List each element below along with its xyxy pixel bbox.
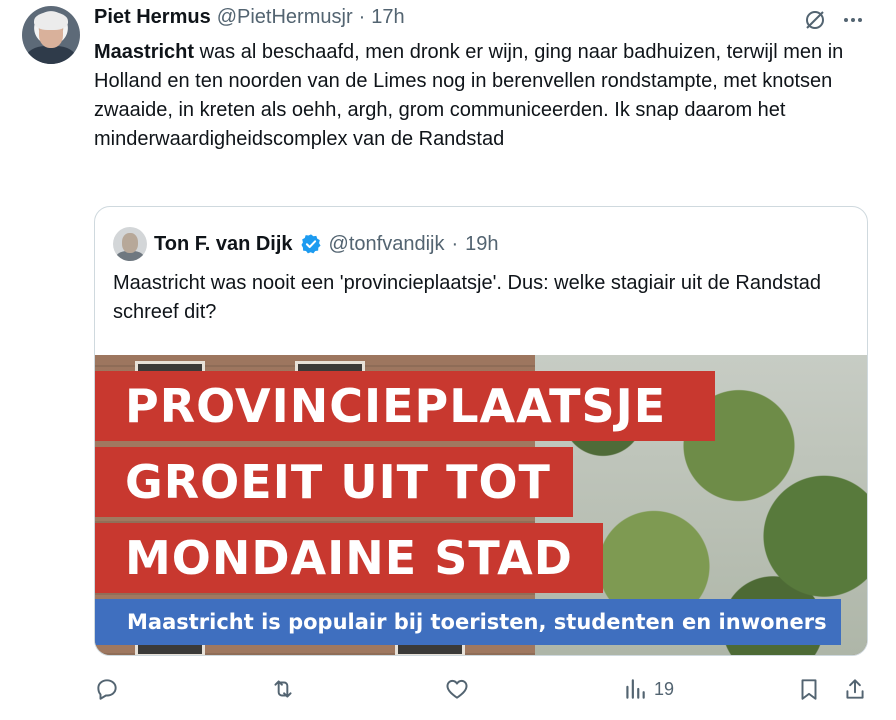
author-name[interactable]: Piet Hermus — [94, 6, 211, 29]
headline-line-2: GROEIT UIT TOT — [95, 447, 573, 517]
reply-icon — [97, 679, 117, 700]
like-button[interactable] — [444, 676, 470, 702]
quoted-tweet[interactable]: Ton F. van Dijk @tonfvandijk · 19h Maast… — [94, 206, 868, 656]
bookmark-button[interactable] — [796, 676, 822, 702]
reply-button[interactable] — [94, 676, 120, 702]
separator-dot: · — [358, 6, 366, 28]
tweet-header: Piet Hermus @PietHermusjr · 17h — [94, 6, 405, 32]
tweet-text: Maastricht was al beschaafd, men dronk e… — [94, 38, 884, 154]
quoted-header: Ton F. van Dijk @tonfvandijk · 19h — [113, 227, 499, 261]
views-icon — [626, 679, 645, 699]
headline-subtitle: Maastricht is populair bij toeristen, st… — [95, 599, 841, 645]
quoted-text: Maastricht was nooit een 'provincieplaat… — [113, 272, 821, 323]
quoted-media-image[interactable]: PROVINCIEPLAATSJE GROEIT UIT TOT MONDAIN… — [95, 355, 867, 655]
quoted-timestamp[interactable]: 19h — [465, 233, 498, 256]
retweet-icon — [274, 680, 292, 698]
share-button[interactable] — [842, 676, 868, 702]
share-icon — [846, 679, 864, 699]
verified-badge-icon — [301, 234, 321, 254]
retweet-button[interactable] — [270, 676, 296, 702]
tweet-bold-lead: Maastricht — [94, 41, 195, 63]
author-handle[interactable]: @PietHermusjr — [217, 6, 353, 29]
timestamp[interactable]: 17h — [371, 6, 404, 29]
more-icon[interactable] — [842, 10, 864, 30]
quoted-author-handle[interactable]: @tonfvandijk — [329, 233, 445, 256]
headline-line-3: MONDAINE STAD — [95, 523, 603, 593]
heart-icon — [446, 679, 468, 699]
avatar[interactable] — [22, 6, 80, 64]
grok-icon[interactable] — [803, 8, 827, 32]
bookmark-icon — [801, 679, 817, 700]
quoted-separator-dot: · — [451, 232, 459, 255]
quoted-author-name[interactable]: Ton F. van Dijk — [154, 233, 293, 256]
views-count: 19 — [654, 678, 675, 699]
views-button[interactable]: 19 — [622, 676, 674, 702]
headline-line-1: PROVINCIEPLAATSJE — [95, 371, 715, 441]
action-bar: 19 — [94, 672, 874, 708]
tweet-body: was al beschaafd, men dronk er wijn, gin… — [94, 41, 844, 150]
quoted-avatar[interactable] — [113, 227, 147, 261]
